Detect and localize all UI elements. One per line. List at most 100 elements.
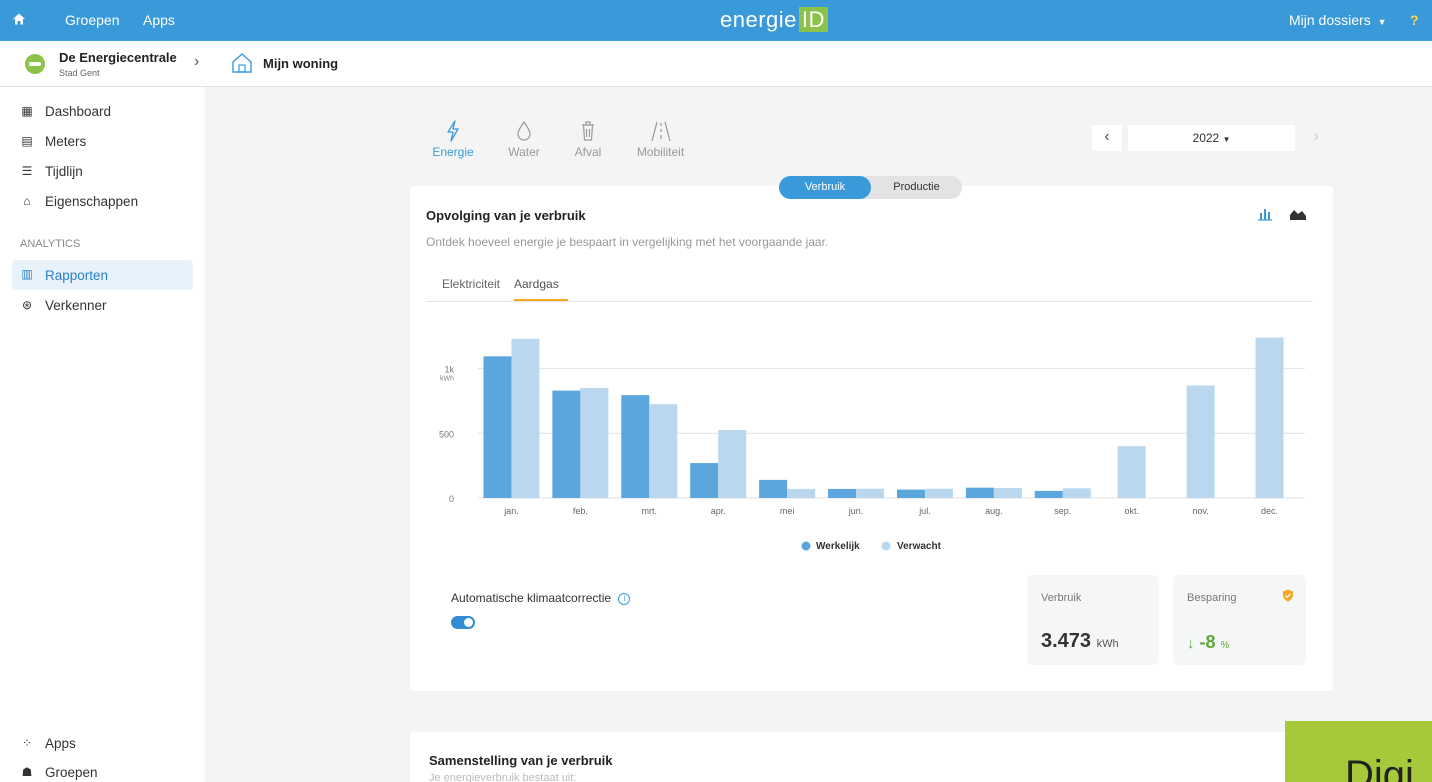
bar-verwacht [1255,337,1284,498]
verbruik-value: 3.473 kWh [1041,630,1119,653]
shield-icon [1282,589,1294,605]
verbruik-button[interactable]: Verbruik [779,176,871,199]
area-chart-icon[interactable] [1289,207,1307,224]
legend-verwacht-label: Verwacht [897,541,942,552]
house-icon: ⌂ [23,194,31,208]
sidebar-item-apps[interactable]: ⁘ Apps [12,730,193,758]
analytics-section-header: ANALYTICS [20,238,81,250]
meter-icon: ▤ [21,134,33,148]
org-subtitle: Stad Gent [59,68,100,78]
sidebar-item-rapporten[interactable]: ▥ Rapporten [12,260,193,290]
water-drop-icon [498,120,550,142]
bar-verwacht [1186,385,1215,498]
help-button[interactable]: ? [1410,12,1419,28]
chevron-right-icon: › [1313,128,1319,145]
nav-groepen-link[interactable]: Groepen [65,12,119,28]
sidebar-item-label: Dashboard [45,104,112,119]
besparing-unit: % [1220,640,1230,651]
sidebar-item-tijdlijn[interactable]: ☰ Tijdlijn [12,158,193,186]
sidebar-item-label: Groepen [45,765,98,780]
category-label: Mobiliteit [636,145,685,159]
home-name[interactable]: Mijn woning [263,56,338,71]
x-tick-label: okt. [1124,506,1139,516]
previous-year-button[interactable]: ‹ [1092,125,1122,151]
category-tab-water[interactable]: Water [498,120,550,159]
tab-aardgas[interactable]: Aardgas [514,277,559,291]
bar-verwacht [924,488,953,498]
sidebar-item-groepen[interactable]: ☗ Groepen [12,759,193,782]
bar-verwacht [787,488,816,498]
logo-id: ID [798,7,828,32]
year-value: 2022 [1192,131,1220,145]
x-tick-label: feb. [573,506,588,516]
besparing-value: ↓ -8 % [1187,632,1229,653]
energieid-logo[interactable]: energie ID [720,7,828,33]
composition-card: Samenstelling van je verbruik Je energie… [410,732,1290,782]
x-tick-label: jun. [848,506,864,516]
bar-werkelijk [1034,490,1063,498]
report-subtitle: Ontdek hoeveel energie je bespaart in ve… [426,235,829,249]
besparing-stat-box: Besparing ↓ -8 % [1173,575,1306,665]
apps-icon: ⁘ [21,736,33,750]
house-icon [231,52,253,77]
bar-chart-icon: ▥ [21,267,33,281]
y-tick-label: 500 [439,429,454,439]
sidebar-item-dashboard[interactable]: ▦ Dashboard [12,98,193,126]
lightning-icon [418,120,488,142]
composition-title: Samenstelling van je verbruik [429,753,613,768]
top-navbar: Groepen Apps energie ID Mijn dossiers ▼ ? [0,0,1432,41]
timeline-icon: ☰ [21,164,33,178]
sidebar-item-verkenner[interactable]: ⊛ Verkenner [12,292,193,320]
org-name[interactable]: De Energiecentrale [59,50,177,65]
group-icon: ☗ [21,765,33,779]
nav-apps-link[interactable]: Apps [143,12,175,28]
bar-werkelijk [690,463,719,498]
verbruik-unit: kWh [1096,638,1119,650]
bar-verwacht [993,488,1022,498]
x-tick-label: mei [780,506,795,516]
x-tick-label: apr. [711,506,726,516]
verbruik-stat-box: Verbruik 3.473 kWh [1027,575,1159,665]
home-icon[interactable] [12,12,26,29]
x-tick-label: sep. [1054,506,1071,516]
bar-chart-icon[interactable] [1257,207,1273,224]
bar-werkelijk [759,479,788,498]
x-tick-label: nov. [1192,506,1208,516]
bar-verwacht [718,430,747,498]
sidebar-item-eigenschappen[interactable]: ⌂ Eigenschappen [12,188,193,216]
mijn-dossiers-dropdown[interactable]: Mijn dossiers ▼ [1289,12,1387,28]
year-select[interactable]: 2022 ▼ [1128,125,1295,151]
x-tick-label: jan. [503,506,519,516]
bar-verwacht [511,338,540,498]
legend-werkelijk-label: Werkelijk [816,541,860,552]
tab-elektriciteit[interactable]: Elektriciteit [442,277,500,291]
composition-subtitle: Je energieverbruik bestaat uit: [429,772,577,782]
category-tab-energie[interactable]: Energie [418,120,488,159]
road-icon [627,120,694,142]
info-icon[interactable]: i [618,593,631,605]
sidebar-item-meters[interactable]: ▤ Meters [12,128,193,156]
category-label: Energie [432,145,474,159]
next-year-button[interactable]: › [1301,125,1331,151]
category-tab-afval[interactable]: Afval [563,120,613,159]
explorer-icon: ⊛ [21,298,33,312]
tabs-divider [426,301,1313,302]
category-tab-mobiliteit[interactable]: Mobiliteit [627,120,694,159]
dashboard-icon: ▦ [21,104,33,118]
breadcrumb: De Energiecentrale Stad Gent › Mijn woni… [0,41,1432,87]
bar-verwacht [580,388,609,498]
trash-icon [563,120,613,142]
productie-button[interactable]: Productie [871,176,962,199]
besparing-label: Besparing [1187,592,1237,604]
sidebar-item-label: Meters [45,134,87,149]
sidebar-item-label: Apps [45,736,76,751]
promo-banner[interactable]: Digi [1285,721,1432,782]
category-label: Afval [574,145,602,159]
bar-werkelijk [896,489,925,498]
verbruik-productie-toggle: Verbruik Productie [779,176,962,199]
klimaat-correctie-toggle[interactable] [451,616,475,629]
y-tick-label: 0 [449,494,454,504]
x-tick-label: aug. [985,506,1003,516]
bar-verwacht [649,404,678,498]
banner-text: Digi [1345,753,1414,782]
